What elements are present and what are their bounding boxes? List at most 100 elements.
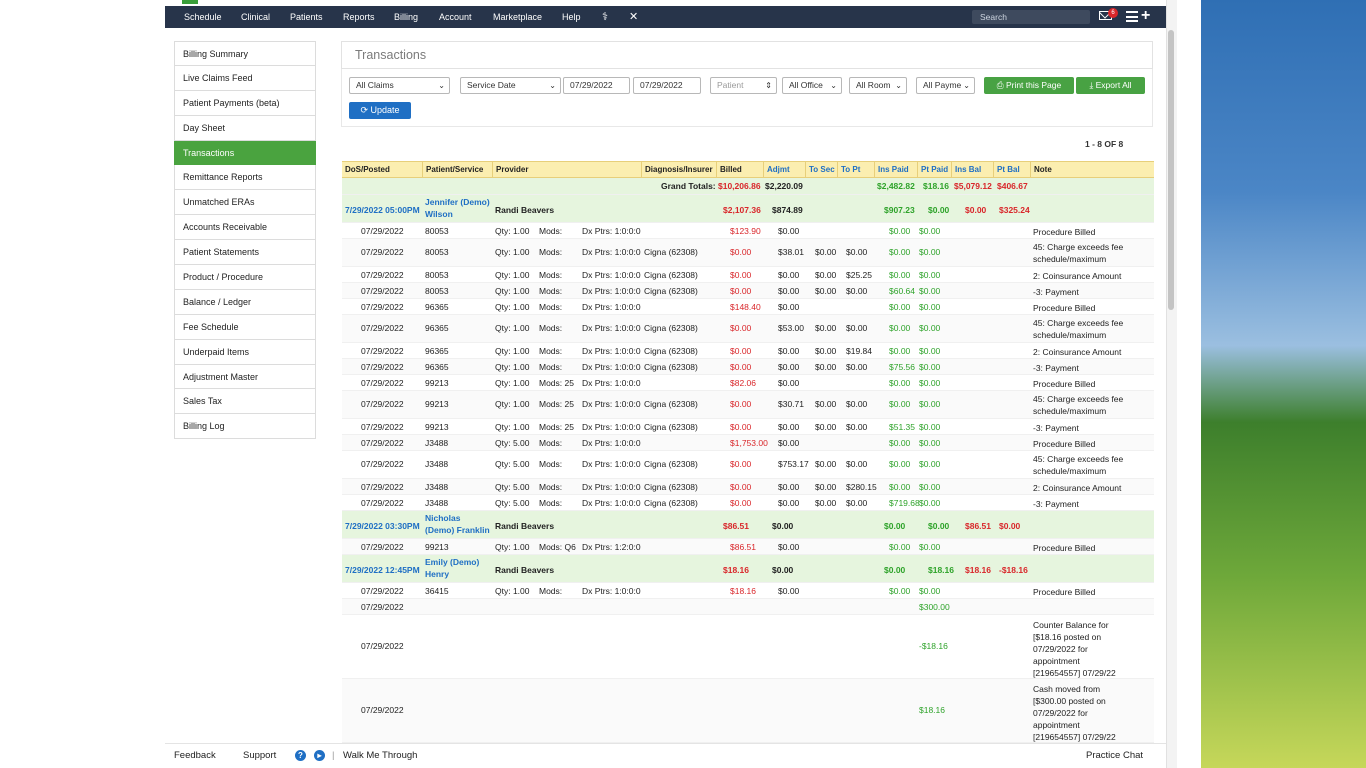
page-scrollbar-thumb[interactable]	[1168, 30, 1174, 310]
patient-name-link[interactable]: Jennifer (Demo) Wilson	[425, 196, 491, 220]
top-navigation: Schedule Clinical Patients Reports Billi…	[165, 0, 1166, 28]
table-body: 7/29/2022 05:00PM Jennifer (Demo) Wilson R…	[342, 195, 1154, 766]
sidebar-item-adjustment-master[interactable]: Adjustment Master	[174, 364, 316, 390]
nav-reports[interactable]: Reports	[343, 6, 375, 28]
feedback-link[interactable]: Feedback	[174, 750, 216, 761]
quantity: Qty: 1.00	[495, 286, 530, 296]
insurance-paid: $907.23	[884, 205, 915, 215]
tool-icon[interactable]: ⚕	[602, 6, 608, 28]
date-type-select[interactable]: Service Date ⌄	[460, 77, 561, 94]
note: -3: Payment	[1033, 287, 1079, 297]
search-input[interactable]: Search	[972, 10, 1090, 24]
sidebar-item-product-procedure[interactable]: Product / Procedure	[174, 265, 316, 290]
column-header-adjmt[interactable]: Adjmt	[763, 162, 805, 178]
update-button[interactable]: ⟳ Update	[349, 102, 411, 119]
payment-select[interactable]: All Payme ⌄	[916, 77, 975, 94]
appointment-datetime-link[interactable]: 7/29/2022 05:00PM	[345, 205, 420, 215]
nav-marketplace[interactable]: Marketplace	[493, 6, 542, 28]
modifiers: Mods:	[539, 498, 563, 508]
appointment-datetime-link[interactable]: 7/29/2022 03:30PM	[345, 521, 420, 531]
patient-paid: $0.00	[919, 323, 941, 333]
sidebar-item-live-claims-feed[interactable]: Live Claims Feed	[174, 65, 316, 91]
sidebar-item-billing-log[interactable]: Billing Log	[174, 414, 316, 440]
nav-account[interactable]: Account	[439, 6, 472, 28]
insurance-paid: $0.00	[889, 270, 911, 280]
column-header-ins-bal[interactable]: Ins Bal	[951, 162, 993, 178]
billed-amount: $0.00	[730, 399, 752, 409]
table-row: 07/29/2022 36415 Qty: 1.00 Mods: Dx Ptrs: 1:…	[342, 583, 1154, 599]
print-icon: ⎙	[996, 80, 1006, 90]
adjustment-amount: $0.00	[778, 286, 800, 296]
dx-pointers: Dx Ptrs: 1:0:0:0	[582, 247, 641, 257]
plus-icon[interactable]: +	[1141, 7, 1150, 25]
adjustment-amount: $0.00	[778, 270, 800, 280]
appointment-datetime-link[interactable]: 7/29/2022 12:45PM	[345, 565, 420, 575]
practice-chat-button[interactable]: Practice Chat	[1086, 750, 1143, 761]
claims-select[interactable]: All Claims ⌄	[349, 77, 450, 94]
print-page-button[interactable]: ⎙ Print this Page	[984, 77, 1074, 94]
help-icon[interactable]: ?	[295, 750, 306, 761]
sidebar-item-balance-ledger[interactable]: Balance / Ledger	[174, 289, 316, 315]
date-to-input[interactable]: 07/29/2022	[633, 77, 701, 94]
patient-name-link[interactable]: Nicholas (Demo) Franklin	[425, 512, 491, 536]
adjustment-amount: $0.00	[778, 302, 800, 312]
service-date: 07/29/2022	[361, 302, 404, 312]
sidebar-item-patient-statements[interactable]: Patient Statements	[174, 240, 316, 266]
column-header-to-pt[interactable]: To Pt	[837, 162, 874, 178]
quantity: Qty: 1.00	[495, 378, 530, 388]
room-select[interactable]: All Room ⌄	[849, 77, 907, 94]
patient-paid: $0.00	[919, 498, 941, 508]
nav-clinical[interactable]: Clinical	[241, 6, 270, 28]
adjustment-amount: $0.00	[778, 346, 800, 356]
nav-patients[interactable]: Patients	[290, 6, 323, 28]
to-secondary: $0.00	[815, 422, 837, 432]
quantity: Qty: 1.00	[495, 270, 530, 280]
to-secondary: $0.00	[815, 247, 837, 257]
app-logo	[182, 0, 198, 4]
grand-pt-paid: $18.16	[923, 181, 949, 191]
support-link[interactable]: Support	[243, 750, 276, 761]
table-header: DoS/Posted Patient/Service Provider Diagnos…	[342, 161, 1154, 178]
to-secondary: $0.00	[815, 346, 837, 356]
sidebar-item-billing-summary[interactable]: Billing Summary	[174, 41, 316, 66]
date-from-input[interactable]: 07/29/2022	[563, 77, 630, 94]
patient-select[interactable]: Patient ⇕	[710, 77, 777, 94]
sidebar-item-unmatched-eras[interactable]: Unmatched ERAs	[174, 190, 316, 216]
column-header-pt-paid[interactable]: Pt Paid	[917, 162, 951, 178]
patient-paid: $18.16	[928, 565, 954, 575]
export-all-button[interactable]: ⤓ Export All	[1076, 77, 1145, 94]
modifiers: Mods:	[539, 286, 563, 296]
service-code: 80053	[425, 226, 449, 236]
dx-pointers: Dx Ptrs: 1:0:0:0	[582, 302, 641, 312]
nav-billing[interactable]: Billing	[394, 6, 418, 28]
modifiers: Mods: 25	[539, 378, 574, 388]
payment-value: All Payme	[923, 80, 962, 90]
billed-amount: $0.00	[730, 286, 752, 296]
patient-paid: $0.00	[919, 438, 941, 448]
column-header-ins-paid[interactable]: Ins Paid	[874, 162, 917, 178]
sidebar-item-remittance-reports[interactable]: Remittance Reports	[174, 165, 316, 191]
walk-me-through-link[interactable]: Walk Me Through	[343, 750, 417, 761]
nav-help[interactable]: Help	[562, 6, 581, 28]
sidebar-item-fee-schedule[interactable]: Fee Schedule	[174, 314, 316, 340]
sidebar-item-patient-payments-beta[interactable]: Patient Payments (beta)	[174, 90, 316, 116]
sidebar-item-underpaid-items[interactable]: Underpaid Items	[174, 339, 316, 365]
close-icon[interactable]: ✕	[629, 6, 638, 28]
sidebar-item-accounts-receivable[interactable]: Accounts Receivable	[174, 215, 316, 241]
office-select[interactable]: All Office ⌄	[782, 77, 842, 94]
patient-name-link[interactable]: Emily (Demo) Henry	[425, 556, 491, 580]
nav-schedule[interactable]: Schedule	[184, 6, 222, 28]
patient-paid: $0.00	[928, 205, 950, 215]
sidebar-item-day-sheet[interactable]: Day Sheet	[174, 115, 316, 141]
mail-badge: 6	[1108, 8, 1118, 18]
modifiers: Mods:	[539, 270, 563, 280]
sidebar-item-transactions[interactable]: Transactions	[174, 140, 316, 166]
menu-icon[interactable]	[1126, 11, 1138, 22]
table-row: 07/29/2022 99213 Qty: 1.00 Mods: 25 Dx Ptrs:…	[342, 391, 1154, 419]
patient-paid: $0.00	[919, 247, 941, 257]
play-icon[interactable]: ▸	[314, 750, 325, 761]
sidebar-item-sales-tax[interactable]: Sales Tax	[174, 389, 316, 415]
column-header-to-sec[interactable]: To Sec	[805, 162, 837, 178]
column-header-pt-bal[interactable]: Pt Bal	[993, 162, 1030, 178]
dx-pointers: Dx Ptrs: 1:0:0:0	[582, 362, 641, 372]
